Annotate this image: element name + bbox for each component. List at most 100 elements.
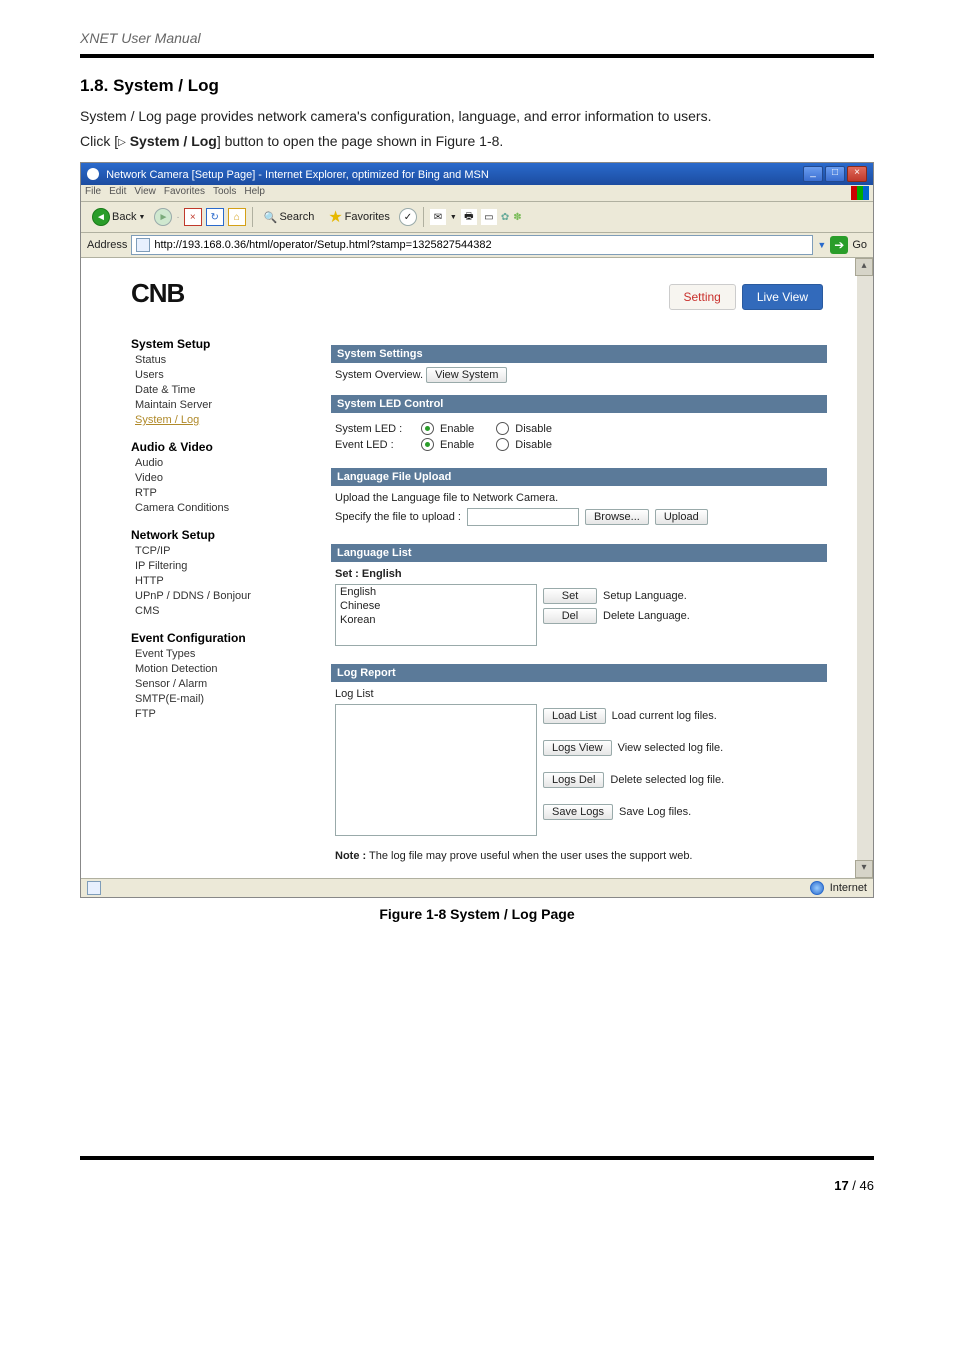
save-logs-desc: Save Log files. <box>619 806 691 818</box>
menu-view[interactable]: View <box>134 186 156 200</box>
sidebar-item-camera-conditions[interactable]: Camera Conditions <box>135 502 291 514</box>
menu-edit[interactable]: Edit <box>109 186 126 200</box>
sidebar-group-av: Audio & Video <box>131 440 291 454</box>
note-label: Note : <box>335 850 366 862</box>
lang-option-chinese[interactable]: Chinese <box>336 599 536 613</box>
save-logs-button[interactable]: Save Logs <box>543 804 613 820</box>
tab-setting[interactable]: Setting <box>669 284 736 310</box>
note-text: The log file may prove useful when the u… <box>366 850 692 862</box>
sidebar-group-network: Network Setup <box>131 528 291 542</box>
sidebar-item-eventtypes[interactable]: Event Types <box>135 648 291 660</box>
lang-option-english[interactable]: English <box>336 585 536 599</box>
sidebar-item-tcpip[interactable]: TCP/IP <box>135 545 291 557</box>
minimize-button[interactable]: _ <box>803 166 823 182</box>
stop-button[interactable]: × <box>184 208 202 226</box>
sidebar-item-ipfiltering[interactable]: IP Filtering <box>135 560 291 572</box>
back-label: Back <box>112 211 136 223</box>
menu-tools[interactable]: Tools <box>213 186 236 200</box>
back-button[interactable]: ◄Back▼ <box>87 206 150 228</box>
scroll-up-button[interactable]: ▴ <box>855 258 873 276</box>
upload-button[interactable]: Upload <box>655 509 708 525</box>
window-titlebar: Network Camera [Setup Page] - Internet E… <box>81 163 873 185</box>
url-dropdown-icon[interactable]: ▼ <box>817 240 826 250</box>
menu-favorites[interactable]: Favorites <box>164 186 205 200</box>
sidebar-item-audio[interactable]: Audio <box>135 457 291 469</box>
edit-button[interactable]: ▭ <box>481 209 497 225</box>
logs-view-button[interactable]: Logs View <box>543 740 612 756</box>
ie-icon <box>87 168 99 180</box>
enable-label-2: Enable <box>440 439 474 451</box>
event-led-label: Event LED : <box>335 439 415 451</box>
log-listbox[interactable] <box>335 704 537 836</box>
sidebar-item-upnp[interactable]: UPnP / DDNS / Bonjour <box>135 590 291 602</box>
search-label: Search <box>279 211 314 223</box>
event-led-disable-radio[interactable] <box>496 438 509 451</box>
menu-help[interactable]: Help <box>244 186 265 200</box>
logs-del-button[interactable]: Logs Del <box>543 772 604 788</box>
log-note: Note : The log file may prove useful whe… <box>335 850 823 862</box>
section-lang-upload: Language File Upload <box>331 468 827 486</box>
sidebar-item-ftp[interactable]: FTP <box>135 708 291 720</box>
section-system-settings: System Settings <box>331 345 827 363</box>
menu-file[interactable]: File <box>85 186 101 200</box>
sidebar-item-video[interactable]: Video <box>135 472 291 484</box>
home-button[interactable]: ⌂ <box>228 208 246 226</box>
system-overview-label: System Overview. <box>335 369 423 381</box>
print-button[interactable]: 🖶 <box>461 209 477 225</box>
discuss-icon[interactable]: ✿ <box>501 212 509 223</box>
sidebar-item-cms[interactable]: CMS <box>135 605 291 617</box>
messenger-icon[interactable]: ✽ <box>513 212 521 223</box>
sidebar-item-systemlog[interactable]: System / Log <box>135 414 291 426</box>
load-list-button[interactable]: Load List <box>543 708 606 724</box>
sidebar-item-http[interactable]: HTTP <box>135 575 291 587</box>
sidebar-item-status[interactable]: Status <box>135 354 291 366</box>
system-led-disable-radio[interactable] <box>496 422 509 435</box>
enable-label-1: Enable <box>440 423 474 435</box>
language-listbox[interactable]: English Chinese Korean <box>335 584 537 646</box>
favorites-button[interactable]: ★Favorites <box>323 205 395 229</box>
page-total: 46 <box>860 1178 874 1193</box>
click-instruction: Click [▷ System / Log] button to open th… <box>80 131 874 152</box>
sidebar-item-motion[interactable]: Motion Detection <box>135 663 291 675</box>
window-title-text: Network Camera [Setup Page] - Internet E… <box>106 169 489 181</box>
disable-label-2: Disable <box>515 439 552 451</box>
page-icon <box>136 238 150 252</box>
sidebar-item-datetime[interactable]: Date & Time <box>135 384 291 396</box>
section-heading: 1.8. System / Log <box>80 76 874 96</box>
tab-live-view[interactable]: Live View <box>742 284 823 310</box>
lang-del-desc: Delete Language. <box>603 610 690 622</box>
lang-set-button[interactable]: Set <box>543 588 597 604</box>
view-system-button[interactable]: View System <box>426 367 507 383</box>
url-field[interactable]: http://193.168.0.36/html/operator/Setup.… <box>131 235 813 255</box>
sidebar-item-users[interactable]: Users <box>135 369 291 381</box>
forward-button[interactable]: ► <box>154 208 172 226</box>
section-led-control: System LED Control <box>331 395 827 413</box>
globe-icon <box>810 881 824 895</box>
system-led-enable-radio[interactable] <box>421 422 434 435</box>
sidebar-item-smtp[interactable]: SMTP(E-mail) <box>135 693 291 705</box>
page-current: 17 <box>834 1178 848 1193</box>
scroll-down-button[interactable]: ▾ <box>855 860 873 878</box>
sidebar-item-maintain[interactable]: Maintain Server <box>135 399 291 411</box>
browse-button[interactable]: Browse... <box>585 509 649 525</box>
history-button[interactable]: ✓ <box>399 208 417 226</box>
event-led-enable-radio[interactable] <box>421 438 434 451</box>
sidebar-item-rtp[interactable]: RTP <box>135 487 291 499</box>
go-button[interactable]: ➔ <box>830 236 848 254</box>
search-button[interactable]: 🔍Search <box>259 209 320 226</box>
lang-option-korean[interactable]: Korean <box>336 613 536 627</box>
page-number: 17 / 46 <box>80 1178 874 1193</box>
click-post: ] button to open the page shown in Figur… <box>217 133 503 149</box>
refresh-button[interactable]: ↻ <box>206 208 224 226</box>
close-button[interactable]: × <box>847 166 867 182</box>
setup-main: System Settings System Overview. View Sy… <box>331 337 827 868</box>
lang-set-desc: Setup Language. <box>603 590 687 602</box>
mail-button[interactable]: ✉ <box>430 209 446 225</box>
specify-file-label: Specify the file to upload : <box>335 511 461 523</box>
sidebar-item-sensor[interactable]: Sensor / Alarm <box>135 678 291 690</box>
maximize-button[interactable]: □ <box>825 166 845 182</box>
upload-path-input[interactable] <box>467 508 579 526</box>
window-title: Network Camera [Setup Page] - Internet E… <box>87 168 489 181</box>
ie-addressbar: Address http://193.168.0.36/html/operato… <box>81 233 873 258</box>
lang-del-button[interactable]: Del <box>543 608 597 624</box>
